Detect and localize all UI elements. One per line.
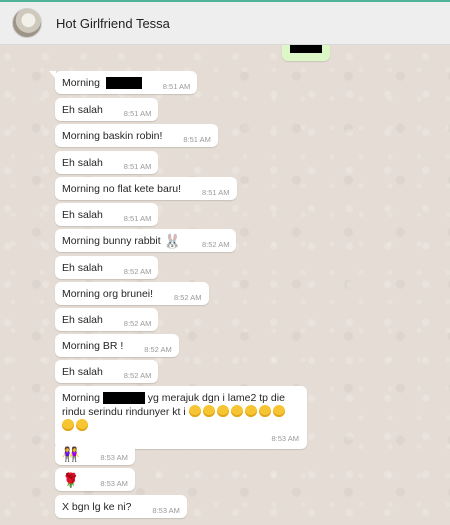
message-text: X bgn lg ke ni? (62, 501, 132, 513)
message-time: 8:52 AM (144, 345, 172, 354)
message-time: 8:51 AM (123, 109, 152, 118)
couple-emoji-icon: 👭 (62, 446, 80, 462)
message-text: Eh salah (62, 262, 103, 274)
message-time: 8:52 AM (201, 240, 230, 249)
message-bubble[interactable]: 👭 8:53 AM (55, 442, 135, 465)
message-time: 8:52 AM (123, 319, 152, 328)
redacted-block (290, 45, 322, 53)
message-time: 8:51 AM (183, 135, 211, 144)
contact-name[interactable]: Hot Girlfriend Tessa (56, 16, 170, 31)
message-bubble[interactable]: Morning baskin robin! 8:51 AM (55, 124, 218, 147)
message-bubble[interactable]: Morning 8:51 AM (48, 71, 198, 94)
message-bubble[interactable]: Morning org brunei! 8:52 AM (55, 282, 209, 305)
message-time: 8:51 AM (123, 162, 152, 171)
message-text: Morning org brunei! (62, 288, 154, 300)
message-text: Morning baskin robin! (62, 130, 163, 142)
message-bubble[interactable]: Morning BR ! 8:52 AM (55, 334, 179, 357)
redacted-block (105, 77, 142, 90)
message-text: Eh salah (62, 157, 103, 169)
message-bubble[interactable]: Eh salah 8:51 AM (55, 151, 159, 174)
message-bubble[interactable]: Eh salah 8:52 AM (55, 256, 159, 279)
message-time: 8:51 AM (162, 82, 191, 91)
message-time: 8:52 AM (173, 293, 202, 302)
message-text: Morning (62, 77, 100, 89)
message-text: Eh salah (62, 314, 103, 326)
message-text: Morning no flat kete baru! (62, 183, 182, 195)
message-bubble[interactable]: Eh salah 8:51 AM (55, 98, 159, 121)
chat-area[interactable]: Morning 8:51 AM Eh salah 8:51 AM Morning… (0, 45, 450, 525)
message-text: Eh salah (62, 104, 103, 116)
message-bubble[interactable]: X bgn lg ke ni? 8:53 AM (55, 495, 187, 518)
message-bubble[interactable]: Eh salah 8:52 AM (55, 360, 159, 383)
message-time: 8:51 AM (123, 214, 152, 223)
message-text: Morning bunny rabbit (62, 235, 161, 247)
message-bubble[interactable]: Morning bunny rabbit 🐰 8:52 AM (55, 229, 237, 252)
message-time: 8:52 AM (123, 371, 152, 380)
message-time: 8:51 AM (202, 188, 230, 197)
message-time: 8:52 AM (123, 267, 152, 276)
message-bubble[interactable]: Morning no flat kete baru! 8:51 AM (55, 177, 237, 200)
message-time: 8:53 AM (271, 434, 299, 443)
message-text: Eh salah (62, 209, 103, 221)
sent-message-bubble (282, 45, 330, 61)
message-bubble[interactable]: 🌹 8:53 AM (55, 468, 135, 491)
message-time: 8:53 AM (100, 479, 128, 488)
rose-emoji-icon: 🌹 (62, 472, 80, 488)
message-bubble[interactable]: Eh salah 8:52 AM (55, 308, 159, 331)
chat-header: Hot Girlfriend Tessa (0, 0, 450, 45)
message-time: 8:53 AM (100, 453, 128, 462)
rabbit-emoji-icon: 🐰 (163, 233, 182, 249)
message-text: Morning BR ! (62, 340, 124, 352)
message-text: Eh salah (62, 366, 103, 378)
avatar[interactable] (12, 8, 42, 38)
message-time: 8:53 AM (152, 506, 180, 515)
message-text: Morning (62, 392, 100, 404)
message-bubble[interactable]: Morning yg merajuk dgn i lame2 tp die ri… (55, 386, 307, 449)
message-bubble[interactable]: Eh salah 8:51 AM (55, 203, 159, 226)
redacted-block (102, 392, 145, 405)
